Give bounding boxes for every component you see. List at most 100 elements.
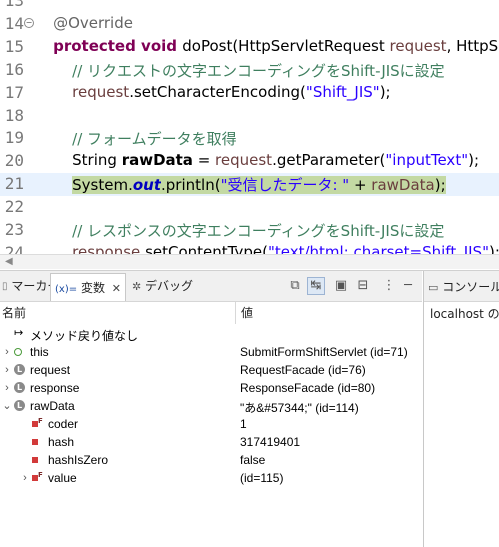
code-token: System. <box>72 176 133 195</box>
variable-row[interactable]: ↦ メソッド戻り値なし <box>0 325 422 343</box>
code-text: protected void doPost(HttpServletRequest… <box>34 37 499 55</box>
return-value-icon: ↦ <box>14 326 24 339</box>
code-line[interactable]: 13 <box>0 0 499 13</box>
code-token: rawData <box>371 176 435 195</box>
variable-name: response <box>30 381 80 395</box>
code-line[interactable]: 16 // リクエストの文字エンコーディングをShift-JISに設定 <box>0 59 499 82</box>
code-token: // フォームデータを取得 <box>34 130 237 149</box>
select-all-icon[interactable]: ⊟ <box>354 277 372 295</box>
variable-row[interactable]: hashIsZero false <box>0 451 422 469</box>
code-token: // リクエストの文字エンコーディングをShift-JISに設定 <box>34 61 445 80</box>
code-token: + <box>349 176 372 195</box>
debug-views-area: ▯ マーカー (x)= 変数 ✕ ✲ デバッグ ⧉ ↹ ▣ ⊟ ⋮ ─ 名前 値… <box>0 270 499 547</box>
scroll-left-icon[interactable]: ◀ <box>5 256 13 267</box>
code-line[interactable]: 18 <box>0 105 499 128</box>
expand-toggle-icon[interactable]: › <box>2 361 12 379</box>
variable-name: request <box>30 363 71 377</box>
code-token: .getParameter( <box>272 151 386 170</box>
view-menu-icon[interactable]: ⋮ <box>380 277 398 295</box>
code-token: out <box>132 176 162 195</box>
show-type-names-icon[interactable]: ↹ <box>307 277 325 295</box>
line-number: 19 <box>4 128 24 148</box>
line-number: 15 <box>4 36 24 56</box>
line-number: 21 <box>4 174 24 194</box>
variable-value: SubmitFormShiftServlet (id=71) <box>240 345 408 359</box>
code-editor[interactable]: 13 14− @Override 15 protected void doPost(… <box>0 0 499 254</box>
expand-toggle-icon[interactable]: › <box>2 343 12 361</box>
code-line[interactable]: 21 System.out.println("受信したデータ: " + rawD… <box>0 173 499 197</box>
variable-row[interactable]: › this SubmitFormShiftServlet (id=71) <box>0 343 422 361</box>
code-token: = <box>192 151 216 170</box>
tab-console-label: コンソール <box>442 280 499 294</box>
tab-variables[interactable]: (x)= 変数 ✕ <box>50 273 126 301</box>
close-icon[interactable]: ✕ <box>112 282 121 295</box>
line-number: 13 <box>4 0 24 10</box>
variable-row[interactable]: hash 317419401 <box>0 433 422 451</box>
code-token: request <box>72 82 130 101</box>
console-icon: ▭ <box>428 281 439 294</box>
editor-horizontal-scrollbar[interactable]: ◀ <box>0 254 499 269</box>
fold-toggle-icon[interactable]: − <box>24 17 34 28</box>
markers-icon: ▯ <box>2 281 8 292</box>
code-token: // レスポンスの文字エンコーディングをShift-JISに設定 <box>34 222 445 240</box>
layout-icon[interactable]: ▣ <box>332 277 350 295</box>
collapse-all-icon[interactable]: ⧉ <box>286 277 304 295</box>
variable-value: RequestFacade (id=76) <box>240 363 366 377</box>
code-line[interactable]: 22 <box>0 196 499 219</box>
line-number: 24 <box>4 242 24 254</box>
code-line[interactable]: 19 // フォームデータを取得 <box>0 127 499 150</box>
variable-name: this <box>30 345 49 359</box>
code-text: response.setContentType("text/html; char… <box>34 243 499 254</box>
variable-row[interactable]: Fcoder 1 <box>0 415 422 433</box>
code-token: rawData <box>121 151 193 170</box>
line-number: 18 <box>4 105 24 125</box>
code-token: .setCharacterEncoding( <box>129 82 306 101</box>
tab-console[interactable]: ▭ コンソール <box>428 278 499 296</box>
variable-row[interactable]: ⌄ LrawData "あ&#57344;" (id=114) <box>0 397 422 415</box>
code-token: "text/html; charset=Shift_JIS" <box>267 242 489 254</box>
minimize-icon[interactable]: ─ <box>399 277 417 295</box>
variables-icon: (x)= <box>55 284 78 295</box>
expand-toggle-icon[interactable]: ⌄ <box>2 397 12 415</box>
code-line[interactable]: 20 String rawData = request.getParameter… <box>0 150 499 173</box>
code-line[interactable]: 15 protected void doPost(HttpServletRequ… <box>0 36 499 59</box>
code-token: String <box>34 151 122 170</box>
variable-name: hashIsZero <box>48 453 109 467</box>
column-header-name[interactable]: 名前 <box>2 302 26 324</box>
code-text: // リクエストの文字エンコーディングをShift-JISに設定 <box>34 60 445 81</box>
variable-value: "あ&#57344;" (id=114) <box>240 401 359 415</box>
tab-debug[interactable]: ✲ デバッグ <box>132 277 193 295</box>
console-tabbar: ▭ コンソール <box>424 271 499 302</box>
variable-row[interactable]: › Fvalue (id=115) <box>0 469 422 487</box>
code-text: @Override <box>34 14 133 32</box>
variables-tabbar: ▯ マーカー (x)= 変数 ✕ ✲ デバッグ ⧉ ↹ ▣ ⊟ ⋮ ─ <box>0 271 422 302</box>
field-icon <box>32 439 38 445</box>
variable-name: メソッド戻り値なし <box>30 329 139 343</box>
expand-toggle-icon[interactable]: › <box>20 469 30 487</box>
code-line[interactable]: 14− @Override <box>0 13 499 36</box>
variable-row[interactable]: › Lresponse ResponseFacade (id=80) <box>0 379 422 397</box>
variable-name: hash <box>48 435 75 449</box>
line-number: 23 <box>4 220 24 239</box>
code-token: "inputText" <box>385 151 469 170</box>
variable-row[interactable]: › Lrequest RequestFacade (id=76) <box>0 361 422 379</box>
code-token: ); <box>468 151 480 170</box>
code-text: request.setCharacterEncoding("Shift_JIS"… <box>34 82 391 101</box>
code-text: System.out.println("受信したデータ: " + rawData… <box>34 174 446 195</box>
code-token: ); <box>379 82 391 101</box>
expand-toggle-icon[interactable]: › <box>2 379 12 397</box>
code-token: @Override <box>34 13 133 32</box>
column-divider[interactable] <box>235 302 236 324</box>
console-view: ▭ コンソール localhost の To <box>423 271 499 547</box>
line-number: 14 <box>4 13 24 33</box>
code-line[interactable]: 24 response.setContentType("text/html; c… <box>0 242 499 254</box>
code-text: // レスポンスの文字エンコーディングをShift-JISに設定 <box>34 220 444 241</box>
code-line[interactable]: 17 request.setCharacterEncoding("Shift_J… <box>0 82 499 105</box>
variables-view: ▯ マーカー (x)= 変数 ✕ ✲ デバッグ ⧉ ↹ ▣ ⊟ ⋮ ─ 名前 値… <box>0 271 422 547</box>
code-line[interactable]: 23 // レスポンスの文字エンコーディングをShift-JISに設定 <box>0 219 499 242</box>
code-token: doPost(HttpServletRequest <box>182 36 390 55</box>
variable-name: coder <box>48 417 79 431</box>
variable-value: false <box>240 453 266 467</box>
column-header-value[interactable]: 値 <box>241 302 253 324</box>
